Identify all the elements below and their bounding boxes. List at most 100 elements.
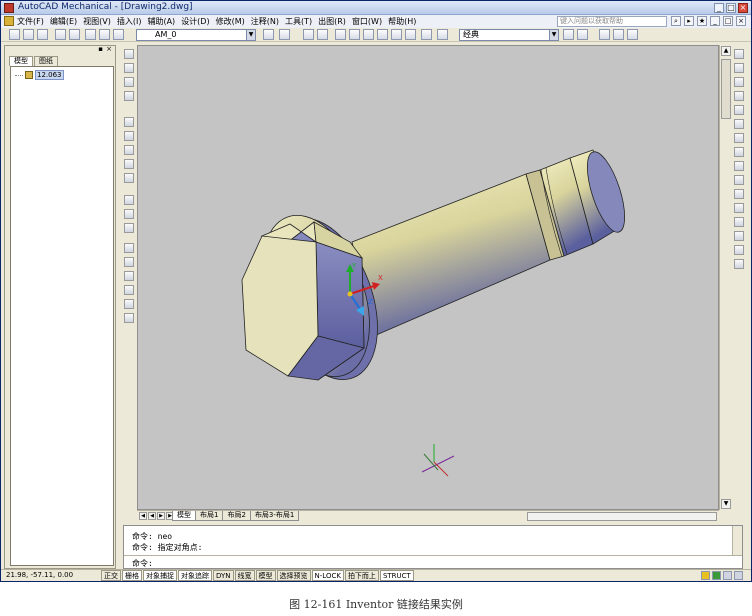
menu-view[interactable]: 视图(V) [83, 16, 111, 27]
tool-palettes-icon[interactable] [421, 29, 432, 40]
viewport-horizontal-scrollbar[interactable] [527, 512, 717, 521]
tab-model-space[interactable]: 模型 [172, 511, 196, 521]
drawing-viewport[interactable]: Y X Z [137, 45, 719, 510]
osnap-toggle[interactable]: 对象捕捉 [143, 570, 177, 581]
close-button[interactable]: × [738, 3, 748, 13]
menu-modify[interactable]: 修改(M) [216, 16, 245, 27]
doc-minimize-icon[interactable]: _ [710, 16, 720, 26]
scroll-up-icon[interactable]: ▲ [721, 46, 731, 56]
pan-icon[interactable] [335, 29, 346, 40]
help-icon[interactable] [437, 29, 448, 40]
menu-help[interactable]: 帮助(H) [388, 16, 416, 27]
layer-properties-icon[interactable] [85, 29, 96, 40]
fillet-icon[interactable] [734, 245, 744, 255]
tab-model[interactable]: 模型 [9, 56, 33, 66]
arc-icon[interactable] [124, 131, 134, 141]
tab-layout2[interactable]: 布局2 [222, 511, 251, 521]
otrack-toggle[interactable]: 对象追踪 [178, 570, 212, 581]
save-icon[interactable] [37, 29, 48, 40]
menu-assist[interactable]: 辅助(A) [147, 16, 175, 27]
tab-layout3[interactable]: 布局3-布局1 [249, 511, 300, 521]
lock-icon[interactable] [701, 571, 710, 580]
ortho-toggle[interactable]: 正交 [101, 570, 121, 581]
move-icon[interactable] [734, 119, 744, 129]
menu-annotate[interactable]: 注释(N) [251, 16, 279, 27]
redo-icon[interactable] [279, 29, 290, 40]
text-icon[interactable] [124, 159, 134, 169]
undo-icon[interactable] [263, 29, 274, 40]
ellipse-icon[interactable] [124, 195, 134, 205]
new-file-icon[interactable] [9, 29, 20, 40]
grid-toggle[interactable]: 栅格 [122, 570, 142, 581]
viewport-vertical-scrollbar[interactable]: ▲ ▼ [719, 45, 731, 510]
make-block-icon[interactable] [124, 223, 134, 233]
n-lock-toggle[interactable]: N-LOCK [311, 570, 344, 581]
line-icon[interactable] [124, 49, 134, 59]
insert-block-icon[interactable] [124, 209, 134, 219]
dyn-toggle[interactable]: DYN [213, 570, 234, 581]
layer-on-icon[interactable] [99, 29, 110, 40]
first-tab-icon[interactable]: ◀ [139, 512, 147, 520]
open-file-icon[interactable] [23, 29, 34, 40]
layer-freeze-icon[interactable] [113, 29, 124, 40]
array-icon[interactable] [734, 105, 744, 115]
clean-screen-icon[interactable] [734, 571, 743, 580]
offset-icon[interactable] [734, 91, 744, 101]
spline-icon[interactable] [124, 173, 134, 183]
command-scrollbar[interactable] [732, 526, 742, 555]
zoom-realtime-icon[interactable] [349, 29, 360, 40]
design-center-icon[interactable] [405, 29, 416, 40]
next-tab-icon[interactable]: ▶ [157, 512, 165, 520]
chamfer-icon[interactable] [734, 231, 744, 241]
chevron-down-icon[interactable]: ▼ [549, 30, 558, 40]
rotate-icon[interactable] [734, 133, 744, 143]
menu-tools[interactable]: 工具(T) [285, 16, 312, 27]
minimize-icon[interactable]: ▪ [98, 46, 103, 53]
close-icon[interactable]: × [106, 46, 112, 53]
help-search-input[interactable]: 键入问题以获取帮助 [557, 16, 667, 27]
render-icon[interactable] [627, 29, 638, 40]
block-editor-icon[interactable] [317, 29, 328, 40]
scroll-down-icon[interactable]: ▼ [721, 499, 731, 509]
region-icon[interactable] [124, 285, 134, 295]
communication-center-icon[interactable] [712, 571, 721, 580]
struct-toggle[interactable]: STRUCT [379, 570, 414, 581]
circle-icon[interactable] [124, 145, 134, 155]
menu-plot[interactable]: 出图(R) [318, 16, 346, 27]
view-cube-icon[interactable] [613, 29, 624, 40]
maximize-button[interactable]: □ [726, 3, 736, 13]
tab-layout1[interactable]: 布局1 [195, 511, 224, 521]
menu-design[interactable]: 设计(D) [181, 16, 209, 27]
bottom-up-toggle[interactable]: 拍下而上 [344, 570, 379, 581]
selection-preview-toggle[interactable]: 选择预览 [276, 570, 311, 581]
scroll-thumb[interactable] [721, 59, 731, 119]
join-icon[interactable] [734, 217, 744, 227]
point-icon[interactable] [124, 243, 134, 253]
menu-file[interactable]: 文件(F) [17, 16, 44, 27]
menu-window[interactable]: 窗口(W) [352, 16, 382, 27]
favorites-icon[interactable]: ★ [697, 16, 707, 26]
trim-icon[interactable] [734, 175, 744, 185]
zoom-previous-icon[interactable] [377, 29, 388, 40]
doc-close-icon[interactable]: × [736, 16, 746, 26]
communication-icon[interactable]: ▸ [684, 16, 694, 26]
minimize-button[interactable]: _ [714, 3, 724, 13]
zoom-window-icon[interactable] [363, 29, 374, 40]
table-icon[interactable] [124, 299, 134, 309]
copy-icon[interactable] [734, 63, 744, 73]
erase-icon[interactable] [734, 49, 744, 59]
construction-line-icon[interactable] [124, 63, 134, 73]
gradient-icon[interactable] [124, 271, 134, 281]
document-icon[interactable] [4, 16, 14, 26]
doc-restore-icon[interactable]: □ [723, 16, 733, 26]
properties-icon[interactable] [391, 29, 402, 40]
orbit-icon[interactable] [599, 29, 610, 40]
prev-tab-icon[interactable]: ◀ [148, 512, 156, 520]
rectangle-icon[interactable] [124, 117, 134, 127]
polygon-icon[interactable] [124, 91, 134, 101]
command-input[interactable]: 命令: [124, 555, 742, 569]
mirror-icon[interactable] [734, 77, 744, 87]
settings-icon[interactable] [723, 571, 732, 580]
model-toggle[interactable]: 模型 [255, 570, 276, 581]
mtext-icon[interactable] [124, 313, 134, 323]
